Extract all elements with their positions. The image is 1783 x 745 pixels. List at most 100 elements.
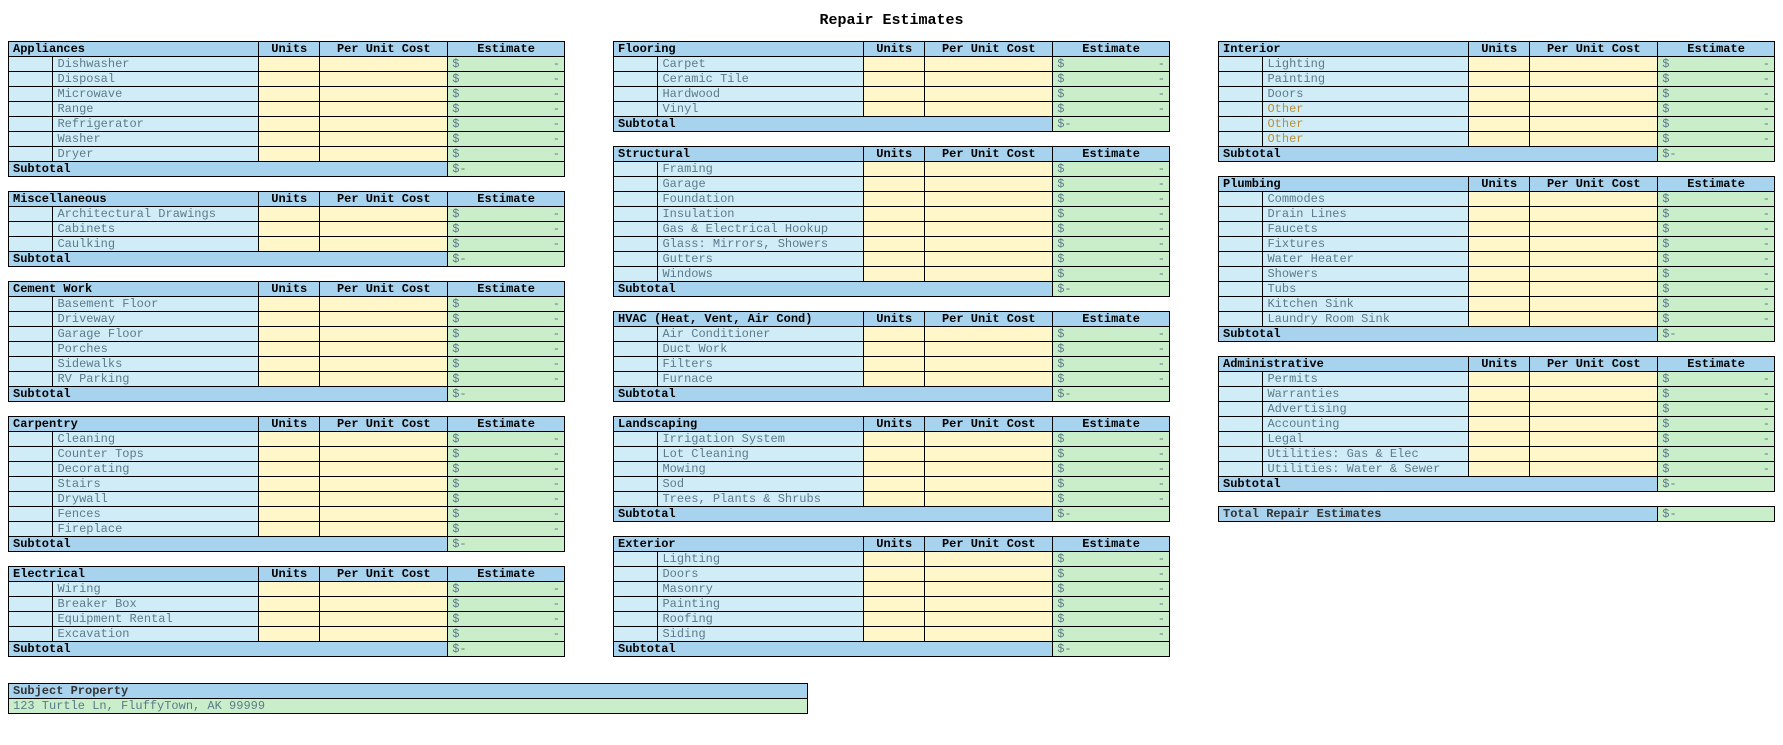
units-input[interactable] <box>1469 462 1530 477</box>
per-unit-cost-input[interactable] <box>320 462 448 477</box>
units-input[interactable] <box>1469 57 1530 72</box>
per-unit-cost-input[interactable] <box>1530 297 1658 312</box>
units-input[interactable] <box>864 342 925 357</box>
units-input[interactable] <box>1469 312 1530 327</box>
units-input[interactable] <box>259 117 320 132</box>
per-unit-cost-input[interactable] <box>320 147 448 162</box>
per-unit-cost-input[interactable] <box>925 102 1053 117</box>
per-unit-cost-input[interactable] <box>925 237 1053 252</box>
per-unit-cost-input[interactable] <box>320 72 448 87</box>
units-input[interactable] <box>259 342 320 357</box>
units-input[interactable] <box>259 432 320 447</box>
units-input[interactable] <box>1469 117 1530 132</box>
per-unit-cost-input[interactable] <box>925 207 1053 222</box>
units-input[interactable] <box>864 627 925 642</box>
per-unit-cost-input[interactable] <box>925 177 1053 192</box>
units-input[interactable] <box>259 507 320 522</box>
per-unit-cost-input[interactable] <box>925 342 1053 357</box>
per-unit-cost-input[interactable] <box>1530 132 1658 147</box>
per-unit-cost-input[interactable] <box>1530 102 1658 117</box>
per-unit-cost-input[interactable] <box>320 372 448 387</box>
per-unit-cost-input[interactable] <box>925 192 1053 207</box>
per-unit-cost-input[interactable] <box>1530 207 1658 222</box>
units-input[interactable] <box>259 612 320 627</box>
units-input[interactable] <box>1469 132 1530 147</box>
units-input[interactable] <box>1469 402 1530 417</box>
per-unit-cost-input[interactable] <box>320 327 448 342</box>
units-input[interactable] <box>1469 222 1530 237</box>
units-input[interactable] <box>259 87 320 102</box>
units-input[interactable] <box>259 297 320 312</box>
subject-property-value[interactable]: 123 Turtle Ln, FluffyTown, AK 99999 <box>9 699 808 714</box>
per-unit-cost-input[interactable] <box>320 117 448 132</box>
per-unit-cost-input[interactable] <box>320 627 448 642</box>
units-input[interactable] <box>864 102 925 117</box>
per-unit-cost-input[interactable] <box>1530 237 1658 252</box>
units-input[interactable] <box>864 372 925 387</box>
units-input[interactable] <box>259 102 320 117</box>
units-input[interactable] <box>259 447 320 462</box>
per-unit-cost-input[interactable] <box>925 627 1053 642</box>
per-unit-cost-input[interactable] <box>320 522 448 537</box>
per-unit-cost-input[interactable] <box>1530 462 1658 477</box>
per-unit-cost-input[interactable] <box>1530 57 1658 72</box>
units-input[interactable] <box>864 222 925 237</box>
units-input[interactable] <box>864 567 925 582</box>
units-input[interactable] <box>1469 87 1530 102</box>
per-unit-cost-input[interactable] <box>925 492 1053 507</box>
per-unit-cost-input[interactable] <box>925 597 1053 612</box>
units-input[interactable] <box>864 612 925 627</box>
per-unit-cost-input[interactable] <box>1530 387 1658 402</box>
units-input[interactable] <box>864 162 925 177</box>
per-unit-cost-input[interactable] <box>320 492 448 507</box>
per-unit-cost-input[interactable] <box>925 222 1053 237</box>
units-input[interactable] <box>259 492 320 507</box>
units-input[interactable] <box>259 222 320 237</box>
units-input[interactable] <box>864 597 925 612</box>
per-unit-cost-input[interactable] <box>1530 417 1658 432</box>
units-input[interactable] <box>864 447 925 462</box>
units-input[interactable] <box>1469 432 1530 447</box>
per-unit-cost-input[interactable] <box>925 582 1053 597</box>
per-unit-cost-input[interactable] <box>320 312 448 327</box>
units-input[interactable] <box>864 492 925 507</box>
per-unit-cost-input[interactable] <box>320 432 448 447</box>
per-unit-cost-input[interactable] <box>1530 282 1658 297</box>
per-unit-cost-input[interactable] <box>1530 117 1658 132</box>
per-unit-cost-input[interactable] <box>320 207 448 222</box>
units-input[interactable] <box>259 147 320 162</box>
units-input[interactable] <box>1469 417 1530 432</box>
units-input[interactable] <box>864 192 925 207</box>
per-unit-cost-input[interactable] <box>320 582 448 597</box>
units-input[interactable] <box>864 357 925 372</box>
per-unit-cost-input[interactable] <box>925 372 1053 387</box>
per-unit-cost-input[interactable] <box>320 477 448 492</box>
units-input[interactable] <box>259 522 320 537</box>
units-input[interactable] <box>864 72 925 87</box>
units-input[interactable] <box>259 462 320 477</box>
per-unit-cost-input[interactable] <box>925 432 1053 447</box>
per-unit-cost-input[interactable] <box>320 132 448 147</box>
per-unit-cost-input[interactable] <box>925 357 1053 372</box>
units-input[interactable] <box>259 597 320 612</box>
units-input[interactable] <box>259 627 320 642</box>
units-input[interactable] <box>1469 237 1530 252</box>
units-input[interactable] <box>1469 267 1530 282</box>
per-unit-cost-input[interactable] <box>925 252 1053 267</box>
units-input[interactable] <box>259 312 320 327</box>
per-unit-cost-input[interactable] <box>1530 72 1658 87</box>
per-unit-cost-input[interactable] <box>925 87 1053 102</box>
per-unit-cost-input[interactable] <box>320 87 448 102</box>
units-input[interactable] <box>259 237 320 252</box>
per-unit-cost-input[interactable] <box>320 357 448 372</box>
units-input[interactable] <box>259 372 320 387</box>
units-input[interactable] <box>259 207 320 222</box>
per-unit-cost-input[interactable] <box>1530 312 1658 327</box>
per-unit-cost-input[interactable] <box>320 507 448 522</box>
units-input[interactable] <box>864 327 925 342</box>
per-unit-cost-input[interactable] <box>925 552 1053 567</box>
per-unit-cost-input[interactable] <box>320 297 448 312</box>
units-input[interactable] <box>1469 252 1530 267</box>
per-unit-cost-input[interactable] <box>925 267 1053 282</box>
units-input[interactable] <box>864 582 925 597</box>
